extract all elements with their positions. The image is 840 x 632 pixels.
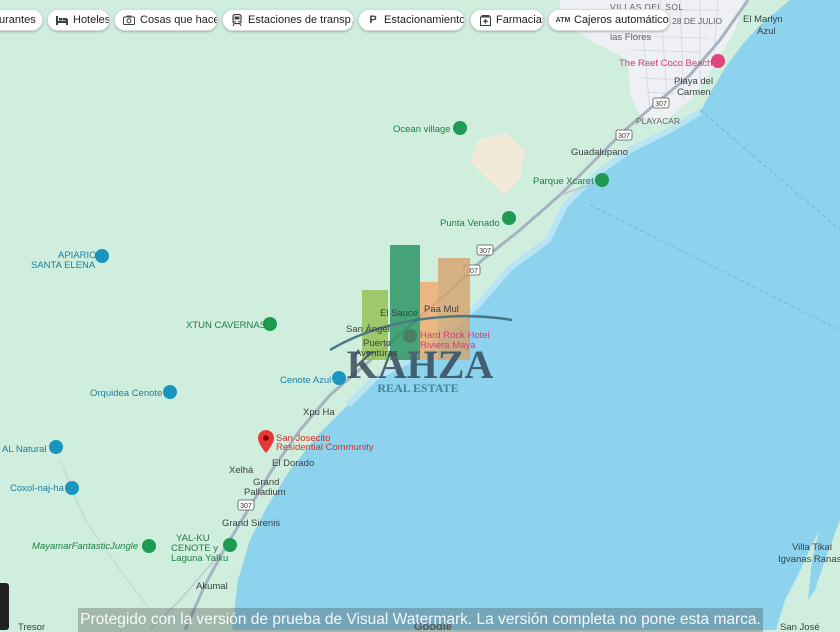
- chip-label: Estaciones de transp…: [248, 14, 354, 26]
- bed-icon: [56, 14, 68, 26]
- label-guadalupano: Guadalupano: [571, 147, 628, 158]
- label-xpu-ha: Xpu Ha: [303, 407, 335, 418]
- chip-transit[interactable]: Estaciones de transp…: [222, 9, 354, 31]
- label-el-dorado: El Dorado: [272, 458, 314, 469]
- label-grand-sirenis: Grand Sirenis: [222, 518, 280, 529]
- route-shield-label: 307: [655, 101, 667, 108]
- chip-things-to-do[interactable]: Cosas que hacer: [114, 9, 218, 31]
- label-orquidea-cenote: Orquidea Cenote: [90, 388, 162, 399]
- apiario-pin[interactable]: [95, 249, 109, 263]
- al-natural-pin[interactable]: [49, 440, 63, 454]
- label-igvanas-ranas: Igvanas Ranas: [778, 554, 840, 565]
- chip-label: urantes: [0, 14, 36, 26]
- label-palladium: Palladium: [244, 487, 286, 498]
- map-canvas[interactable]: 307307307307307 KAHZA REAL ESTATE VILLAS…: [0, 0, 840, 630]
- camera-icon: [123, 14, 135, 26]
- route-shield-307: 307: [652, 97, 670, 109]
- chip-label: Cosas que hacer: [140, 14, 218, 26]
- chip-pharmacies[interactable]: Farmacias: [470, 9, 544, 31]
- transit-icon: [231, 14, 243, 26]
- label-san-jose: San José: [780, 622, 820, 630]
- pharmacy-icon: [479, 14, 491, 26]
- label-villa-tikal: Villa Tikal: [792, 542, 832, 553]
- chip-atms[interactable]: ATM Cajeros automáticos: [548, 9, 670, 31]
- ocean-village-pin[interactable]: [453, 121, 467, 135]
- label-tresor: Tresor: [18, 622, 45, 630]
- reef-coco-pin[interactable]: [711, 54, 725, 68]
- chip-hotels[interactable]: Hoteles: [47, 9, 110, 31]
- label-xelha: Xelhá: [229, 465, 254, 476]
- punta-venado-pin[interactable]: [502, 211, 516, 225]
- chip-parking[interactable]: P Estacionamientos: [358, 9, 465, 31]
- route-shield-label: 307: [479, 248, 491, 255]
- label-aventuras: Aventuras: [355, 348, 398, 359]
- watermark-banner: Protegido con la versión de prueba de Vi…: [78, 608, 763, 632]
- coxol-pin[interactable]: [65, 481, 79, 495]
- label-parque-xcaret: Parque Xcaret: [533, 176, 594, 187]
- label-akumal: Akumal: [196, 581, 228, 592]
- label-punta-venado: Punta Venado: [440, 218, 500, 229]
- label-santa-elena: SANTA ELENA: [31, 260, 96, 271]
- label-san-angel: San Ángel: [346, 324, 390, 335]
- category-chip-bar: urantes Hoteles Cosas que hacer Estacion…: [0, 9, 840, 33]
- xcaret-pin[interactable]: [595, 173, 609, 187]
- label-reef-coco-beach: The Reef Coco Beach: [619, 58, 712, 69]
- label-coxol: Coxol-naj-ha: [10, 483, 65, 494]
- parking-icon: P: [369, 14, 377, 26]
- yalku-pin[interactable]: [223, 538, 237, 552]
- label-paa-mul: Paa Mul: [424, 304, 459, 315]
- label-mayamar: MayamarFantasticJungle: [32, 541, 138, 552]
- red-pin-dot: [263, 435, 269, 441]
- map-corner-control[interactable]: [0, 583, 9, 630]
- label-cenote-azul: Cenote Azul: [280, 375, 331, 386]
- label-yalku-3: Laguna Yalku: [171, 553, 228, 564]
- label-carmen: Carmen: [677, 87, 711, 98]
- route-shield-307: 307: [476, 244, 494, 256]
- chip-label: Estacionamientos: [384, 14, 465, 26]
- label-hard-rock-2: Riviera Maya: [420, 340, 476, 351]
- logo-sub-text: REAL ESTATE: [377, 381, 458, 395]
- atm-icon: ATM: [555, 16, 571, 24]
- label-ocean-village: Ocean village: [393, 124, 451, 135]
- route-shield-307: 307: [615, 129, 633, 141]
- chip-label: Hoteles: [73, 14, 110, 26]
- label-xtun-cavernas: XTUN CAVERNAS: [186, 320, 266, 331]
- label-el-sauce: El Sauce: [380, 308, 418, 319]
- label-las-flores: las Flores: [610, 32, 651, 43]
- route-shield-label: 307: [240, 503, 252, 510]
- orquidea-pin[interactable]: [163, 385, 177, 399]
- chip-label: Farmacias: [496, 14, 544, 26]
- cenote-azul-pin[interactable]: [332, 371, 346, 385]
- chip-label: Cajeros automáticos: [574, 14, 670, 26]
- route-shield-307: 307: [237, 499, 255, 511]
- label-san-josecito-2: Residential Community: [276, 442, 374, 453]
- chip-restaurants[interactable]: urantes: [0, 9, 43, 31]
- label-playa-del: Playa del: [674, 76, 713, 87]
- label-playacar: PLAYACAR: [636, 116, 680, 126]
- mayamar-pin[interactable]: [142, 539, 156, 553]
- route-shield-label: 307: [618, 133, 630, 140]
- label-al-natural: AL Natural: [2, 444, 47, 455]
